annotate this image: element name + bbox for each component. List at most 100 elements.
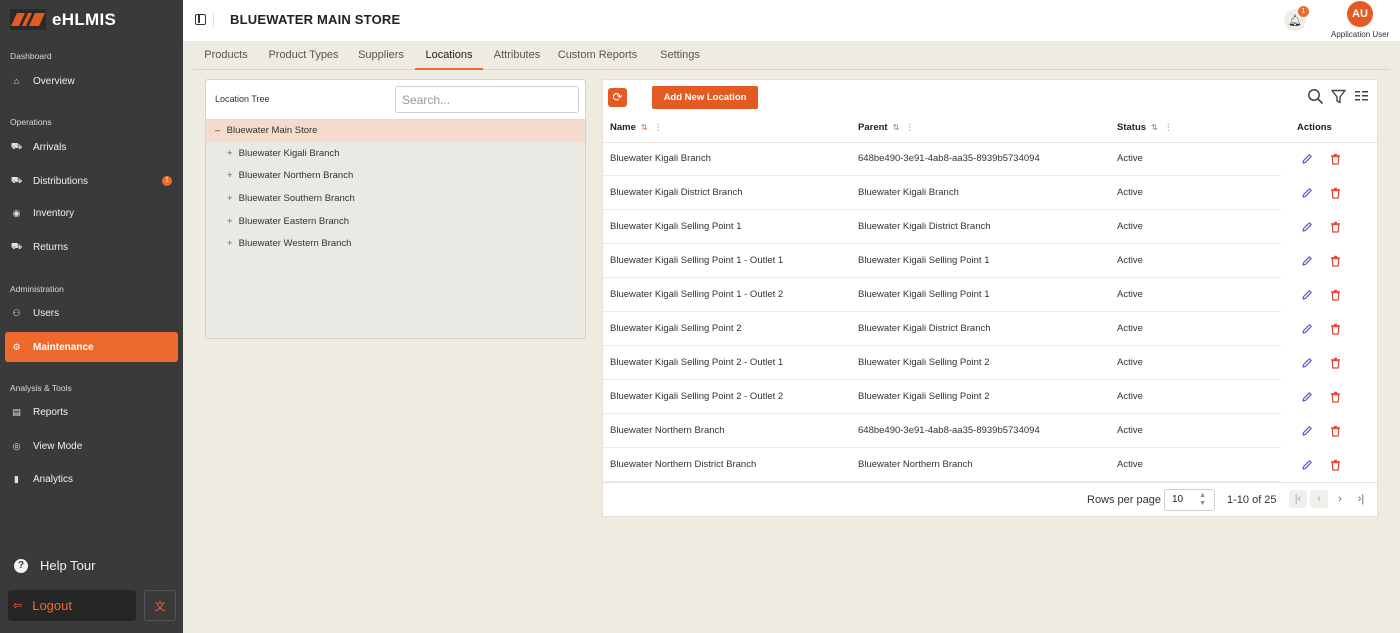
sidebar-item-returns[interactable]: ⛟ Returns xyxy=(5,232,178,262)
delete-icon[interactable] xyxy=(1330,289,1341,301)
cell-parent: Bluewater Kigali District Branch xyxy=(858,221,991,232)
cell-name: Bluewater Northern Branch xyxy=(610,425,725,436)
search-icon[interactable] xyxy=(1307,88,1324,105)
delete-icon[interactable] xyxy=(1330,255,1341,267)
collapse-icon[interactable]: – xyxy=(215,120,224,142)
edit-icon[interactable] xyxy=(1301,153,1313,165)
table-row[interactable]: Bluewater Kigali District Branch Bluewate… xyxy=(603,176,1377,210)
cell-name: Bluewater Kigali Selling Point 1 - Outle… xyxy=(610,255,784,266)
tab-custom-reports[interactable]: Custom Reports xyxy=(552,41,643,70)
edit-icon[interactable] xyxy=(1301,391,1313,403)
table-row[interactable]: Bluewater Kigali Selling Point 1 - Outle… xyxy=(603,244,1377,278)
tab-suppliers[interactable]: Suppliers xyxy=(348,41,414,70)
edit-icon[interactable] xyxy=(1301,425,1313,437)
language-button[interactable]: 文 xyxy=(144,590,176,621)
prev-page-button[interactable]: ‹ xyxy=(1310,490,1328,508)
expand-icon[interactable]: + xyxy=(227,170,236,181)
section-dashboard: Dashboard xyxy=(10,51,52,61)
refresh-button[interactable]: ⟳ xyxy=(608,88,627,107)
sidebar-item-reports[interactable]: ▤ Reports xyxy=(5,397,178,427)
logout-button[interactable]: ⇦ Logout xyxy=(8,590,136,621)
table-row[interactable]: Bluewater Kigali Selling Point 2 - Outle… xyxy=(603,346,1377,380)
tree-node[interactable]: + Bluewater Eastern Branch xyxy=(227,216,349,227)
sidebar-item-view-mode[interactable]: ◎ View Mode xyxy=(5,431,178,461)
delete-icon[interactable] xyxy=(1330,153,1341,165)
sort-icon[interactable]: ⇅ xyxy=(1151,123,1158,132)
section-operations: Operations xyxy=(10,117,52,127)
help-tour-button[interactable]: ? Help Tour xyxy=(14,558,95,573)
sidebar-item-analytics[interactable]: ▮ Analytics xyxy=(5,464,178,494)
column-header-parent[interactable]: Parent ⇅ ⋮ xyxy=(858,122,914,133)
tab-settings[interactable]: Settings xyxy=(649,41,711,70)
cell-status: Active xyxy=(1117,425,1143,436)
table-row[interactable]: Bluewater Northern Branch 648be490-3e91-4… xyxy=(603,414,1377,448)
filter-icon[interactable] xyxy=(1330,88,1347,105)
footer-divider xyxy=(603,482,1377,483)
columns-icon[interactable] xyxy=(1354,89,1369,104)
sidebar-toggle-icon[interactable] xyxy=(195,14,206,25)
column-header-status[interactable]: Status ⇅ ⋮ xyxy=(1117,122,1173,133)
sidebar-item-maintenance[interactable]: ⚙ Maintenance xyxy=(5,332,178,362)
notification-badge: 1 xyxy=(1298,6,1309,17)
tree-node[interactable]: + Bluewater Kigali Branch xyxy=(227,148,340,159)
edit-icon[interactable] xyxy=(1301,459,1313,471)
sort-icon[interactable]: ⇅ xyxy=(641,123,648,132)
sort-icon[interactable]: ⇅ xyxy=(893,123,900,132)
avatar[interactable]: AU xyxy=(1347,1,1373,27)
edit-icon[interactable] xyxy=(1301,255,1313,267)
tree-node[interactable]: + Bluewater Southern Branch xyxy=(227,193,355,204)
tab-locations[interactable]: Locations xyxy=(415,41,483,70)
table-row[interactable]: Bluewater Kigali Selling Point 1 Bluewate… xyxy=(603,210,1377,244)
sidebar-item-distributions[interactable]: ⛟ Distributions 1 xyxy=(5,166,178,196)
edit-icon[interactable] xyxy=(1301,289,1313,301)
column-header-label: Name xyxy=(610,122,636,133)
edit-icon[interactable] xyxy=(1301,357,1313,369)
delete-icon[interactable] xyxy=(1330,357,1341,369)
cell-name: Bluewater Kigali Selling Point 2 - Outle… xyxy=(610,391,784,402)
column-menu-icon[interactable]: ⋮ xyxy=(905,122,914,133)
edit-icon[interactable] xyxy=(1301,221,1313,233)
tree-node-root[interactable]: – Bluewater Main Store xyxy=(206,120,585,142)
tree-node[interactable]: + Bluewater Northern Branch xyxy=(227,170,353,181)
column-menu-icon[interactable]: ⋮ xyxy=(1164,122,1173,133)
tab-attributes[interactable]: Attributes xyxy=(483,41,551,70)
expand-icon[interactable]: + xyxy=(227,148,236,159)
column-header-name[interactable]: Name ⇅ ⋮ xyxy=(610,122,663,133)
last-page-button[interactable]: ›| xyxy=(1352,490,1370,508)
sidebar-item-label: View Mode xyxy=(33,440,83,452)
sidebar-item-inventory[interactable]: ◉ Inventory xyxy=(5,198,178,228)
user-name: Application User xyxy=(1331,30,1390,39)
expand-icon[interactable]: + xyxy=(227,238,236,249)
add-location-button[interactable]: Add New Location xyxy=(652,86,758,109)
next-page-button[interactable]: › xyxy=(1331,490,1349,508)
column-menu-icon[interactable]: ⋮ xyxy=(654,122,663,133)
sidebar-item-users[interactable]: ⚇ Users xyxy=(5,298,178,328)
delete-icon[interactable] xyxy=(1330,323,1341,335)
table-row[interactable]: Bluewater Northern District Branch Bluewa… xyxy=(603,448,1377,482)
expand-icon[interactable]: + xyxy=(227,216,236,227)
delete-icon[interactable] xyxy=(1330,391,1341,403)
cell-parent: Bluewater Kigali Selling Point 1 xyxy=(858,289,990,300)
delete-icon[interactable] xyxy=(1330,187,1341,199)
expand-icon[interactable]: + xyxy=(227,193,236,204)
table-row[interactable]: Bluewater Kigali Selling Point 2 - Outle… xyxy=(603,380,1377,414)
cell-name: Bluewater Kigali Selling Point 1 xyxy=(610,221,742,232)
tab-product-types[interactable]: Product Types xyxy=(259,41,348,70)
tab-products[interactable]: Products xyxy=(193,41,259,70)
edit-icon[interactable] xyxy=(1301,187,1313,199)
delete-icon[interactable] xyxy=(1330,459,1341,471)
delete-icon[interactable] xyxy=(1330,425,1341,437)
sidebar: eHLMIS Dashboard ⌂ Overview Operations ⛟… xyxy=(0,0,183,633)
delete-icon[interactable] xyxy=(1330,221,1341,233)
table-row[interactable]: Bluewater Kigali Selling Point 1 - Outle… xyxy=(603,278,1377,312)
sidebar-item-overview[interactable]: ⌂ Overview xyxy=(5,66,178,96)
table-row[interactable]: Bluewater Kigali Selling Point 2 Bluewate… xyxy=(603,312,1377,346)
tree-search-input[interactable] xyxy=(395,86,579,113)
tree-node[interactable]: + Bluewater Western Branch xyxy=(227,238,351,249)
table-row[interactable]: Bluewater Kigali Branch 648be490-3e91-4ab… xyxy=(603,142,1377,176)
rows-per-page-select[interactable]: 10 ▲ ▼ xyxy=(1164,489,1215,511)
first-page-button[interactable]: |‹ xyxy=(1289,490,1307,508)
edit-icon[interactable] xyxy=(1301,323,1313,335)
sidebar-item-arrivals[interactable]: ⛟ Arrivals xyxy=(5,132,178,162)
cell-status: Active xyxy=(1117,357,1143,368)
